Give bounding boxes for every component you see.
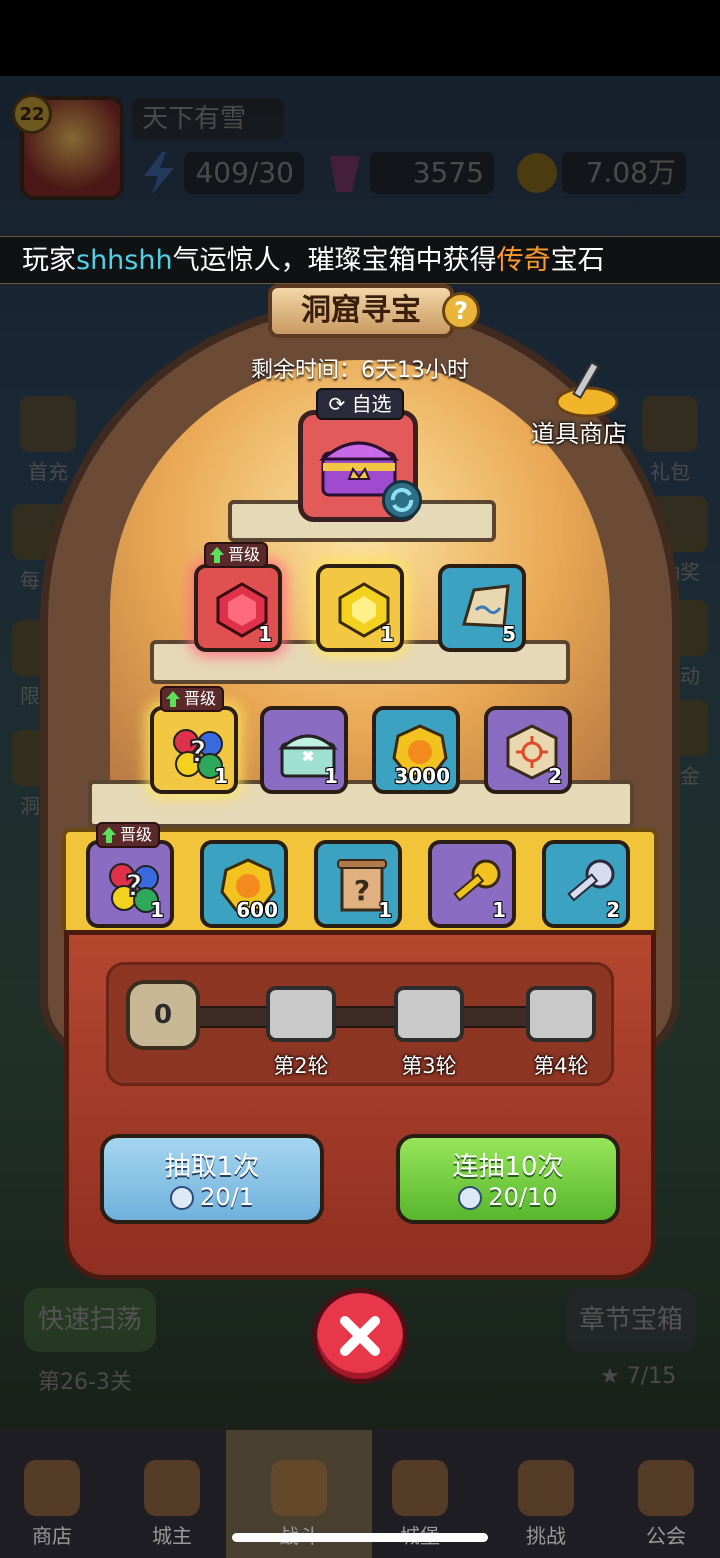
ticket-icon (170, 1186, 195, 1210)
up-arrow-icon (210, 547, 224, 563)
reward-tile-gold-600[interactable]: 600 (200, 840, 288, 928)
item-shop-icon[interactable] (552, 358, 622, 418)
nav-challenge[interactable]: 挑战 (498, 1430, 594, 1558)
draw-ten-button[interactable]: 连抽10次 20/10 (396, 1134, 620, 1224)
nav-guild[interactable]: 公会 (618, 1430, 714, 1558)
home-indicator[interactable] (232, 1533, 488, 1542)
refresh-icon[interactable] (382, 480, 422, 520)
reward-tile-gold-3000[interactable]: 3000 (372, 706, 460, 794)
marquee-player: shhshh (76, 245, 173, 276)
status-bar (0, 0, 720, 76)
round-2-chest-icon[interactable] (266, 986, 336, 1042)
item-shop-label[interactable]: 道具商店 (524, 414, 634, 449)
event-title: 洞窟寻宝 (268, 284, 454, 338)
close-icon (340, 1316, 380, 1356)
up-arrow-icon (102, 827, 116, 843)
reward-tile-scroll-stone[interactable]: 5 (438, 564, 526, 652)
castle-icon (392, 1460, 448, 1516)
reward-tile-rune-stone[interactable]: 2 (484, 706, 572, 794)
up-arrow-icon (166, 691, 180, 707)
upgrade-badge: 晋级 (204, 542, 269, 568)
svg-text:?: ? (189, 735, 206, 770)
marquee-rarity: 传奇 (496, 245, 551, 276)
round-2-label: 第2轮 (273, 1054, 329, 1078)
shop-icon (24, 1460, 80, 1516)
upgrade-badge: 晋级 (96, 822, 161, 848)
round-3-chest-icon[interactable] (394, 986, 464, 1042)
round-4-label: 第4轮 (533, 1054, 589, 1078)
nav-shop[interactable]: 商店 (4, 1430, 100, 1558)
reward-tile-topaz[interactable]: 1 (316, 564, 404, 652)
svg-text:?: ? (354, 874, 370, 907)
reward-tile-silver-chest[interactable]: 1 (260, 706, 348, 794)
demon-mask-icon (518, 1460, 574, 1516)
round-3-label: 第3轮 (401, 1054, 457, 1078)
upgrade-badge: 晋级 (160, 686, 225, 712)
svg-text:?: ? (125, 869, 142, 904)
guild-banner-icon (638, 1460, 694, 1516)
help-icon[interactable]: ? (442, 292, 480, 330)
self-select-badge: ⟳ 自选 (316, 388, 404, 420)
ticket-icon (458, 1186, 483, 1210)
crossed-swords-icon (271, 1460, 327, 1516)
reward-tile-gold-key[interactable]: 1 (428, 840, 516, 928)
nav-lord[interactable]: 城主 (124, 1430, 220, 1558)
reward-tile-gem-bag[interactable]: ? 1 (86, 840, 174, 928)
crown-icon (144, 1460, 200, 1516)
draw-one-button[interactable]: 抽取1次 20/1 (100, 1134, 324, 1224)
round-4-chest-icon[interactable] (526, 986, 596, 1042)
round-progress-count: 0 (126, 980, 200, 1050)
reward-tile-gem-bag[interactable]: ? 1 (150, 706, 238, 794)
reward-tile-ruby[interactable]: 1 (194, 564, 282, 652)
broadcast-marquee: 玩家shhshh气运惊人，璀璨宝箱中获得传奇宝石 (0, 236, 720, 284)
close-button[interactable] (312, 1288, 408, 1384)
reward-tile-mystery-scroll[interactable]: ? 1 (314, 840, 402, 928)
reward-tile-silver-key[interactable]: 2 (542, 840, 630, 928)
